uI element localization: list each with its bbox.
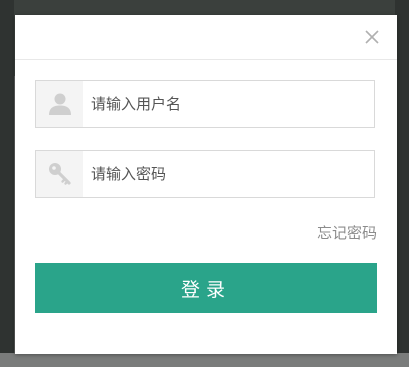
background-right-edge <box>395 0 409 367</box>
forgot-password-link[interactable]: 忘记密码 <box>317 222 377 243</box>
username-icon-box <box>36 81 83 127</box>
username-input[interactable] <box>91 81 366 127</box>
password-icon-box <box>36 151 83 197</box>
close-button[interactable] <box>363 28 381 46</box>
background-bottom-band <box>0 353 409 367</box>
background-left-edge <box>0 0 14 367</box>
key-icon <box>48 163 71 185</box>
password-field <box>35 150 375 198</box>
login-dialog: 忘记密码 登录 <box>15 15 397 354</box>
username-field <box>35 80 375 128</box>
close-icon <box>365 30 379 44</box>
login-button[interactable]: 登录 <box>35 263 377 313</box>
dialog-header <box>15 15 397 60</box>
password-input[interactable] <box>91 151 366 197</box>
user-icon <box>48 93 71 115</box>
